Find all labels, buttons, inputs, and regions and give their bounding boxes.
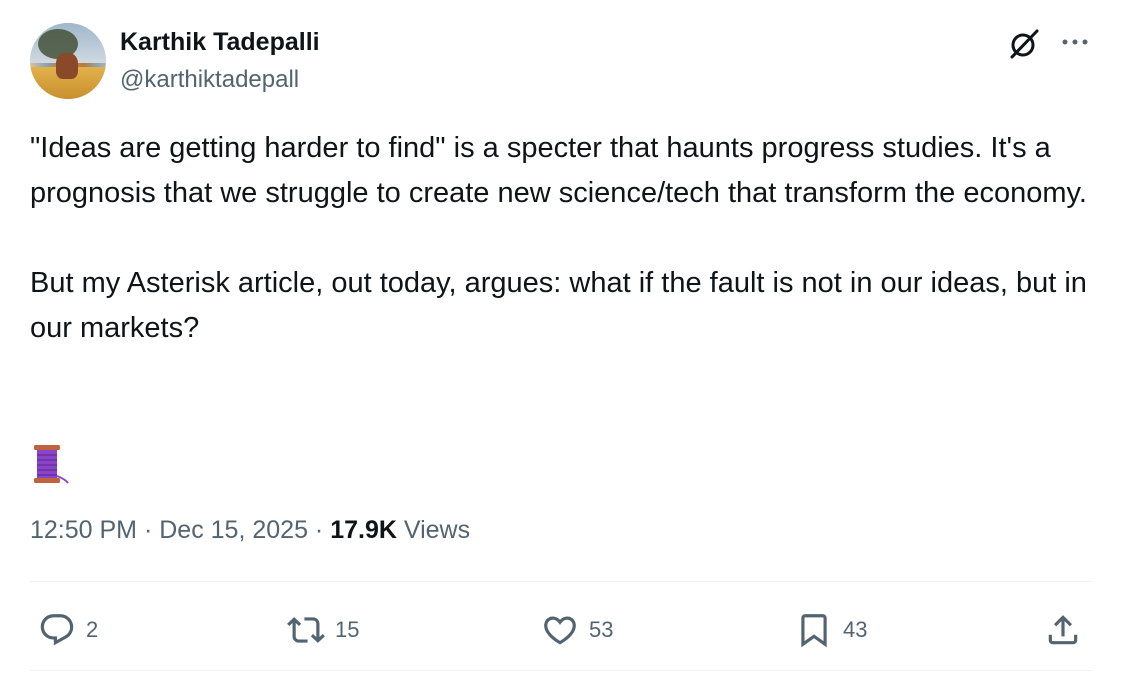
- share-button[interactable]: [1044, 608, 1082, 652]
- tweet-date[interactable]: Dec 15, 2025: [159, 516, 308, 544]
- tweet-meta: 12:50 PM · Dec 15, 2025 · 17.9K Views: [30, 516, 470, 545]
- like-count: 53: [589, 617, 614, 642]
- meta-separator: ·: [314, 516, 324, 544]
- author-name[interactable]: Karthik Tadepalli: [120, 28, 320, 57]
- like-button[interactable]: 53: [541, 608, 613, 652]
- bookmark-button[interactable]: 43: [795, 608, 867, 652]
- author-handle[interactable]: @karthiktadepall: [120, 66, 299, 94]
- divider: [30, 581, 1092, 582]
- grok-icon[interactable]: [1006, 26, 1042, 62]
- tweet: Karthik Tadepalli @karthiktadepall "Idea…: [0, 0, 1124, 673]
- heart-icon: [544, 616, 576, 645]
- meta-separator: ·: [143, 516, 153, 544]
- views-label: Views: [403, 516, 471, 544]
- bookmark-count: 43: [843, 617, 868, 642]
- retweet-count: 15: [335, 617, 360, 642]
- reply-button[interactable]: 2: [38, 608, 98, 652]
- reply-icon: [40, 614, 74, 646]
- bookmark-icon: [801, 614, 827, 648]
- reply-count: 2: [86, 617, 99, 642]
- tweet-time[interactable]: 12:50 PM: [30, 516, 137, 544]
- views-count: 17.9K: [330, 516, 397, 544]
- divider: [30, 670, 1092, 671]
- retweet-button[interactable]: 15: [287, 608, 359, 652]
- spool-of-thread-icon: [34, 445, 69, 484]
- retweet-icon: [287, 617, 325, 643]
- share-icon: [1048, 615, 1078, 645]
- action-bar: 2 15 53 43: [0, 600, 1124, 660]
- more-icon[interactable]: [1058, 26, 1092, 60]
- tweet-text: "Ideas are getting harder to find" is a …: [30, 132, 1087, 344]
- avatar[interactable]: [30, 23, 106, 99]
